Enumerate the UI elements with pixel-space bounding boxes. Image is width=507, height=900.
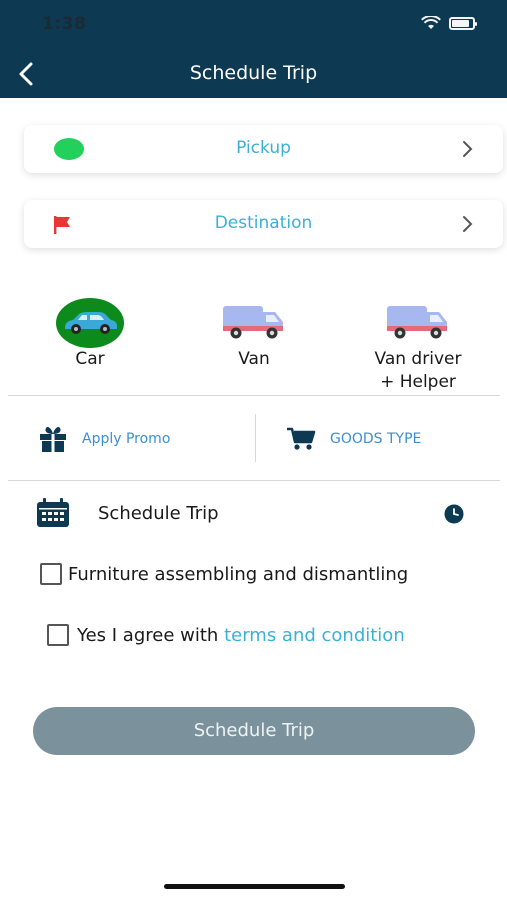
- destination-label: Destination: [214, 213, 313, 233]
- schedule-row[interactable]: Schedule Trip: [36, 498, 468, 530]
- top-bar: 1:38 Schedule Trip: [0, 0, 507, 98]
- furniture-label: Furniture assembling and dismantling: [68, 563, 409, 585]
- chevron-right-icon: [463, 141, 473, 157]
- van-icon: [387, 306, 447, 339]
- vehicle-car-label: Car: [75, 349, 105, 369]
- vehicle-van-label: Van: [238, 349, 270, 369]
- battery-icon: [449, 16, 477, 30]
- apply-promo-button[interactable]: Apply Promo: [38, 425, 170, 453]
- van-icon: [223, 306, 283, 339]
- furniture-checkbox[interactable]: [40, 563, 62, 585]
- cart-icon: [287, 427, 316, 450]
- page-title: Schedule Trip: [189, 62, 318, 84]
- wifi-icon: [421, 16, 441, 29]
- pickup-card[interactable]: Pickup: [24, 125, 503, 173]
- home-indicator: [164, 884, 345, 889]
- apply-promo-label: Apply Promo: [82, 431, 171, 447]
- terms-option[interactable]: Yes I agree with terms and condition: [47, 624, 405, 646]
- gift-icon: [40, 426, 66, 452]
- status-time: 1:38: [42, 14, 87, 34]
- clock-icon[interactable]: [444, 504, 464, 524]
- schedule-trip-label: Schedule Trip: [98, 503, 219, 524]
- schedule-trip-button[interactable]: Schedule Trip: [33, 707, 475, 755]
- vehicle-van-helper[interactable]: Van driver + Helper: [358, 300, 478, 394]
- divider: [8, 395, 500, 396]
- battery-level: [452, 19, 469, 27]
- status-icons: [421, 16, 477, 30]
- divider: [8, 480, 500, 481]
- pickup-label: Pickup: [236, 138, 291, 158]
- furniture-option[interactable]: Furniture assembling and dismantling: [40, 563, 408, 585]
- chevron-right-icon: [463, 216, 473, 232]
- destination-card[interactable]: Destination: [24, 200, 503, 248]
- goods-type-label: GOODS TYPE: [330, 431, 422, 447]
- terms-prefix: Yes I agree with: [77, 624, 225, 646]
- goods-type-button[interactable]: GOODS TYPE: [286, 425, 421, 453]
- terms-link[interactable]: terms and condition: [224, 625, 405, 646]
- vertical-divider: [255, 414, 256, 462]
- vehicle-van-helper-label-line2: + Helper: [380, 372, 456, 392]
- vehicle-van[interactable]: Van: [214, 300, 294, 371]
- terms-checkbox[interactable]: [47, 624, 69, 646]
- car-icon: [65, 312, 117, 334]
- calendar-icon: [37, 498, 69, 527]
- car-selected-circle: [56, 298, 124, 348]
- vehicle-van-helper-label-line1: Van driver: [374, 349, 462, 369]
- vehicle-car[interactable]: Car: [50, 298, 130, 371]
